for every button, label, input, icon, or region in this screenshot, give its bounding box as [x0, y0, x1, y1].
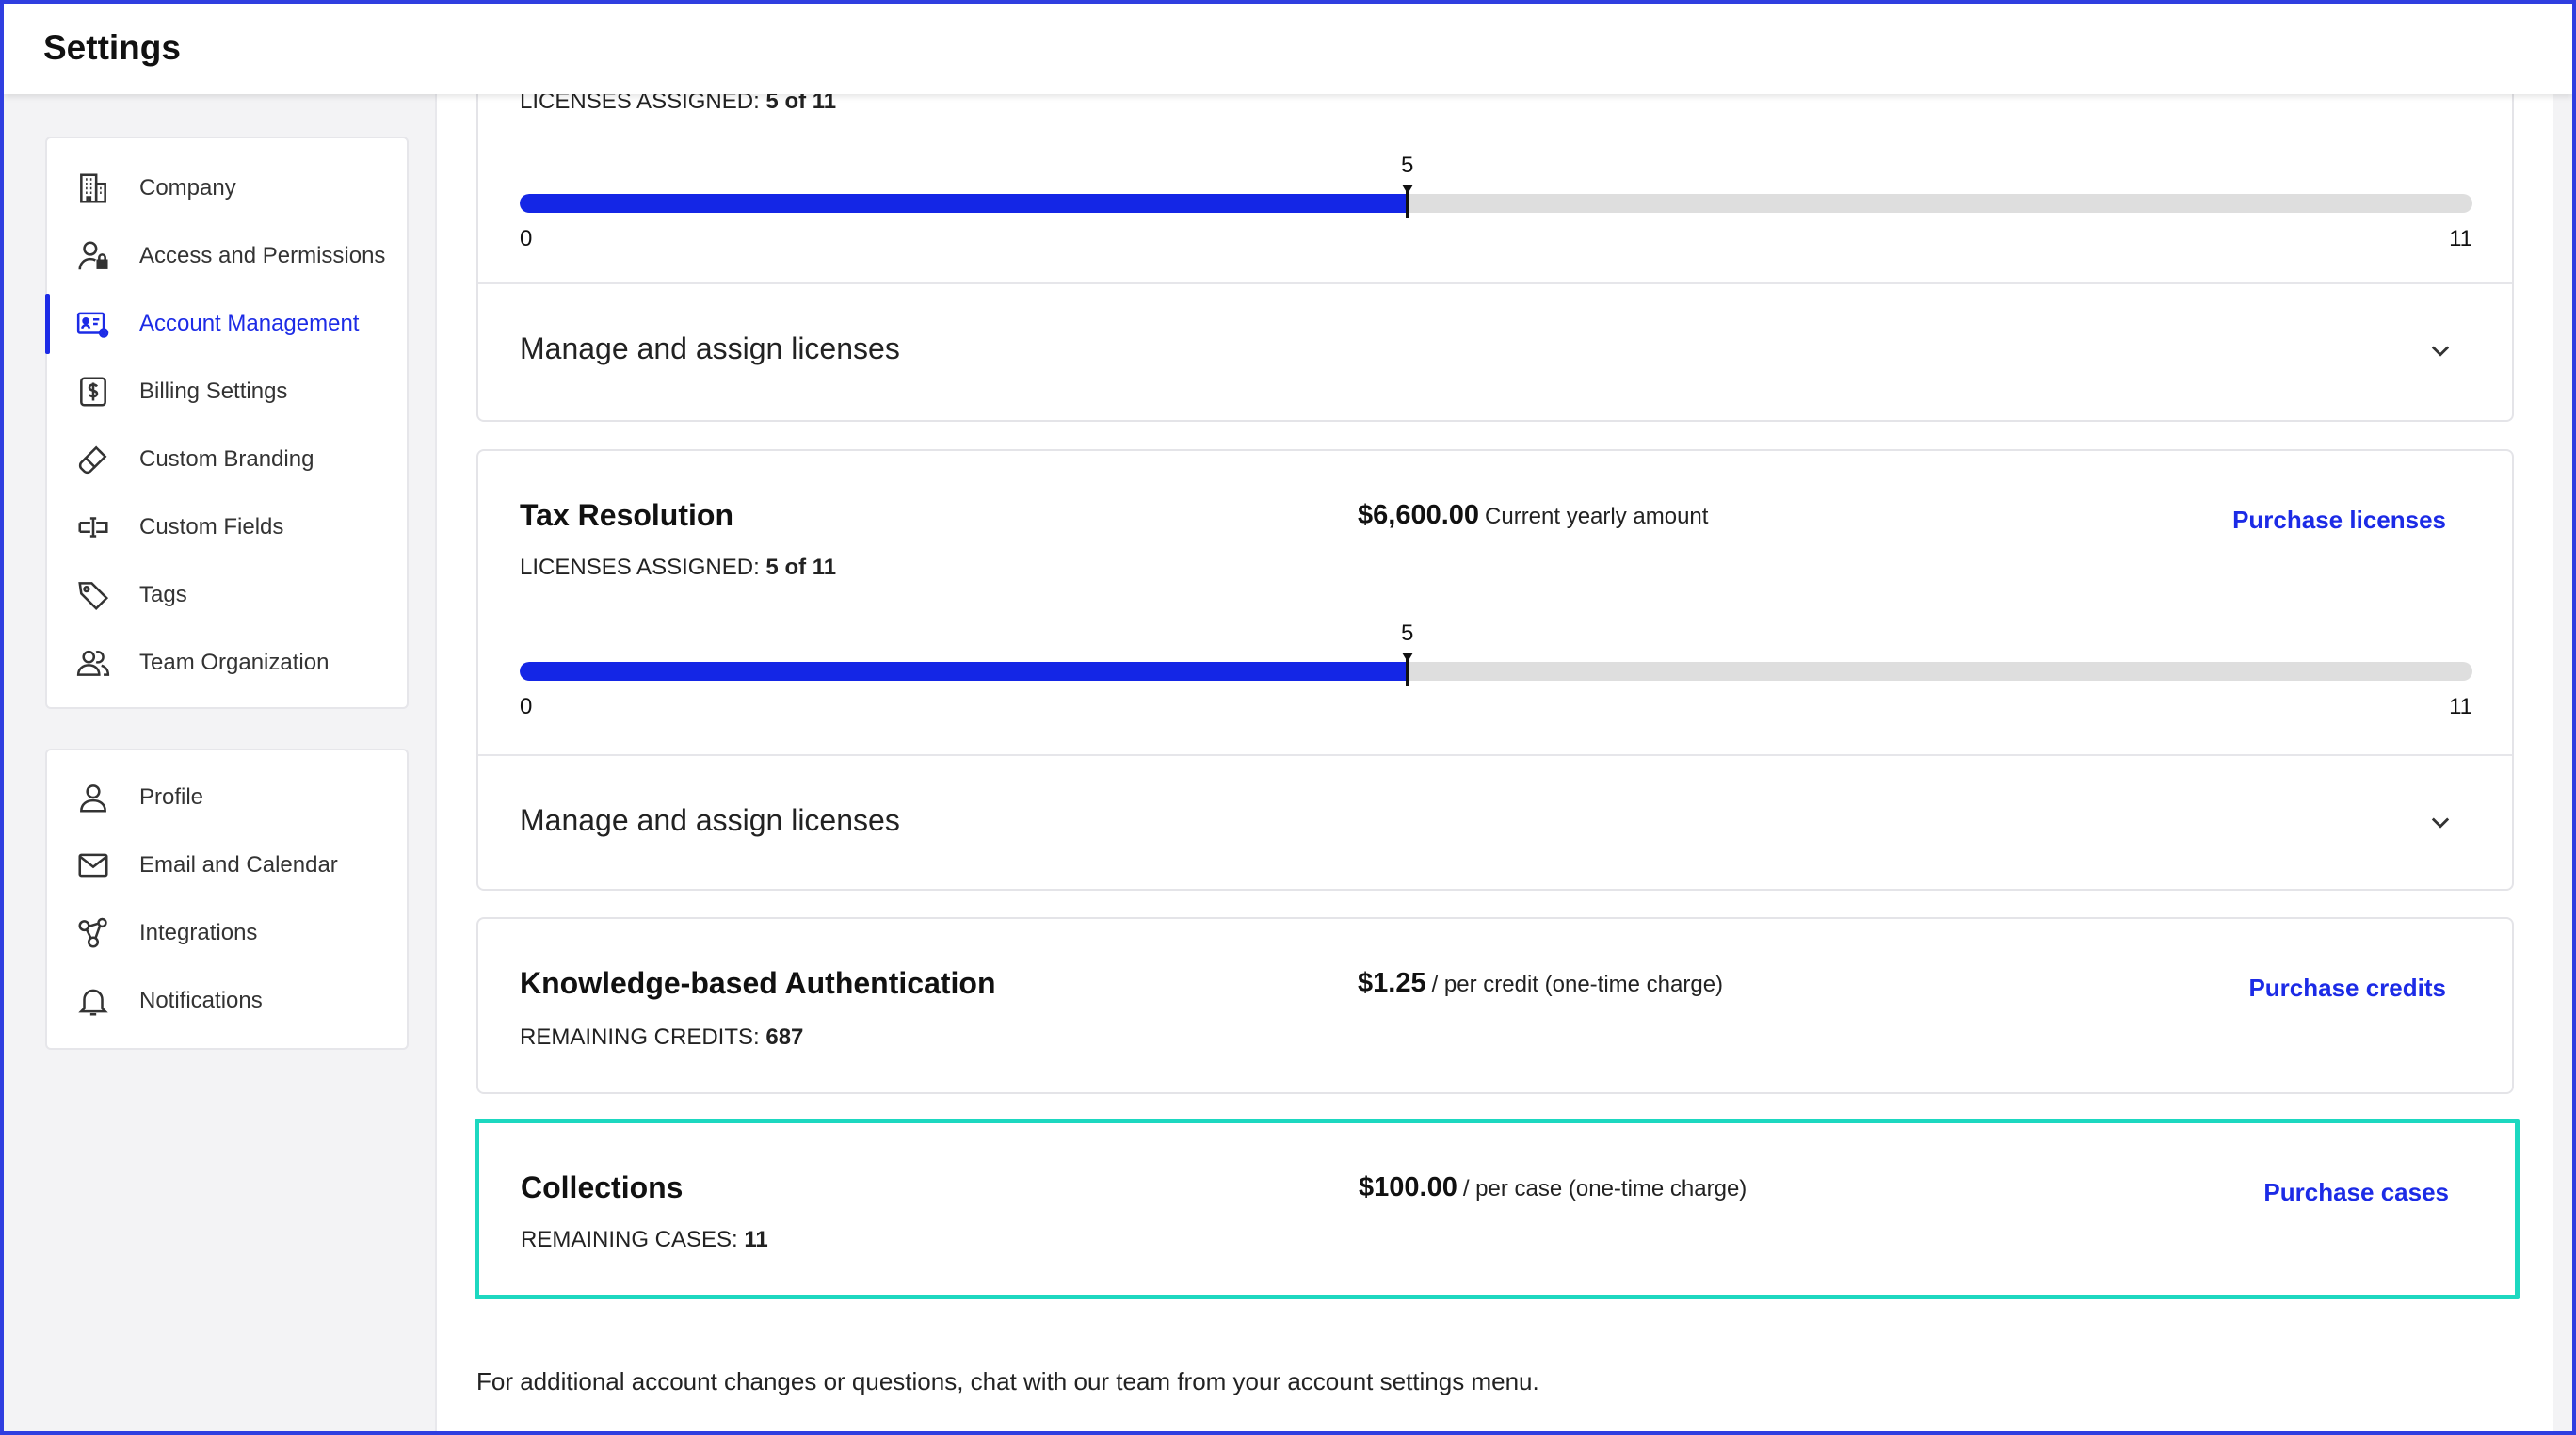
sidebar-item-label: Access and Permissions — [139, 243, 386, 268]
page-title: Settings — [43, 28, 181, 67]
chevron-down-icon — [2431, 817, 2450, 829]
price-amount: $100.00 — [1359, 1172, 1457, 1202]
card-title: Collections — [521, 1170, 684, 1204]
sidebar-item-email-calendar[interactable]: Email and Calendar — [47, 831, 407, 899]
sidebar-item-label: Custom Fields — [139, 514, 284, 540]
text-field-icon — [73, 508, 113, 547]
account-card-gear-icon — [73, 304, 113, 344]
sidebar-personal-group: Profile Email and Calendar Integrations … — [45, 749, 409, 1050]
progress-value-label: 5 — [1401, 153, 1414, 178]
sidebar-item-label: Custom Branding — [139, 446, 314, 472]
progress-max-label: 11 — [2449, 226, 2472, 251]
sidebar-item-account-management[interactable]: Account Management — [45, 290, 407, 358]
card-title: Tax Resolution — [520, 498, 733, 532]
sidebar-item-label: Account Management — [139, 311, 360, 336]
sidebar-item-label: Team Organization — [139, 650, 330, 675]
progress-track — [520, 194, 2472, 213]
sidebar-item-custom-branding[interactable]: Custom Branding — [47, 426, 407, 493]
sidebar-item-profile[interactable]: Profile — [47, 764, 407, 831]
share-nodes-icon — [73, 913, 113, 953]
progress-min-label: 0 — [520, 226, 533, 251]
accordion-label: Manage and assign licenses — [520, 803, 900, 837]
price-info: $100.00/ per case (one-time charge) — [1359, 1172, 1747, 1203]
license-progress-bar: 5 0 11 — [520, 153, 2472, 266]
manage-licenses-accordion[interactable]: Manage and assign licenses — [478, 284, 2512, 416]
sidebar-item-integrations[interactable]: Integrations — [47, 899, 407, 967]
price-note: Current yearly amount — [1485, 504, 1709, 529]
user-icon — [73, 778, 113, 817]
sidebar-settings-group: Company Access and Permissions Account M… — [45, 137, 409, 709]
purchase-credits-link[interactable]: Purchase credits — [2248, 974, 2446, 1003]
remaining-credits: REMAINING CREDITS: 687 — [520, 1024, 804, 1050]
mail-icon — [73, 846, 113, 885]
licenses-assigned: LICENSES ASSIGNED: 5 of 11 — [520, 555, 837, 580]
tax-resolution-card: Tax Resolution $6,600.00 Current yearly a… — [476, 449, 2514, 891]
card-title: Knowledge-based Authentication — [520, 966, 996, 1000]
remaining-cases: REMAINING CASES: 11 — [521, 1227, 768, 1252]
sidebar-item-team-organization[interactable]: Team Organization — [47, 629, 407, 697]
progress-fill — [520, 194, 1408, 213]
kba-card: Knowledge-based Authentication $1.25/ pe… — [476, 917, 2514, 1094]
price-amount: $1.25 — [1358, 968, 1426, 998]
building-icon — [73, 169, 113, 208]
progress-track — [520, 662, 2472, 681]
footer-help-text: For additional account changes or questi… — [476, 1367, 1539, 1395]
progress-fill — [520, 662, 1408, 681]
sidebar-item-tags[interactable]: Tags — [47, 561, 407, 629]
license-card-top: LICENSES ASSIGNED: 5 of 11 5 0 11 Manage… — [476, 60, 2514, 422]
sidebar-item-custom-fields[interactable]: Custom Fields — [47, 493, 407, 561]
manage-licenses-accordion[interactable]: Manage and assign licenses — [478, 756, 2512, 888]
chevron-down-icon — [2431, 346, 2450, 357]
dollar-icon — [73, 372, 113, 411]
user-lock-icon — [73, 236, 113, 276]
progress-value-label: 5 — [1401, 621, 1414, 646]
price-amount: $6,600.00 — [1358, 500, 1480, 530]
sidebar-item-label: Tags — [139, 582, 187, 607]
progress-marker-pointer — [1401, 185, 1413, 194]
sidebar-item-label: Company — [139, 175, 236, 201]
bell-icon — [73, 981, 113, 1021]
price-info: $6,600.00 Current yearly amount — [1358, 500, 1708, 531]
sidebar-item-label: Profile — [139, 784, 204, 810]
team-icon — [73, 643, 113, 683]
accordion-label: Manage and assign licenses — [520, 331, 900, 365]
progress-marker-pointer — [1401, 653, 1413, 662]
sidebar-item-billing-settings[interactable]: Billing Settings — [47, 358, 407, 426]
purchase-licenses-link[interactable]: Purchase licenses — [2232, 506, 2446, 535]
sidebar-item-label: Email and Calendar — [139, 852, 338, 878]
progress-max-label: 11 — [2449, 694, 2472, 719]
sidebar-item-label: Integrations — [139, 920, 258, 945]
app-window: Settings Company Access and Permissions … — [0, 0, 2576, 1435]
price-info: $1.25/ per credit (one-time charge) — [1358, 968, 1723, 999]
top-header: Settings — [4, 4, 2572, 94]
sidebar-item-notifications[interactable]: Notifications — [47, 967, 407, 1035]
tag-icon — [73, 575, 113, 615]
sidebar-item-company[interactable]: Company — [47, 154, 407, 222]
sidebar-item-label: Notifications — [139, 988, 263, 1013]
collections-card: Collections $100.00/ per case (one-time … — [475, 1119, 2520, 1299]
purchase-cases-link[interactable]: Purchase cases — [2263, 1178, 2449, 1207]
sidebar-item-access-permissions[interactable]: Access and Permissions — [47, 222, 407, 290]
price-note: / per credit (one-time charge) — [1431, 972, 1724, 997]
license-progress-bar: 5 0 11 — [520, 621, 2472, 734]
progress-min-label: 0 — [520, 694, 533, 719]
sidebar-item-label: Billing Settings — [139, 379, 288, 404]
price-note: / per case (one-time charge) — [1462, 1176, 1747, 1201]
brush-icon — [73, 440, 113, 479]
